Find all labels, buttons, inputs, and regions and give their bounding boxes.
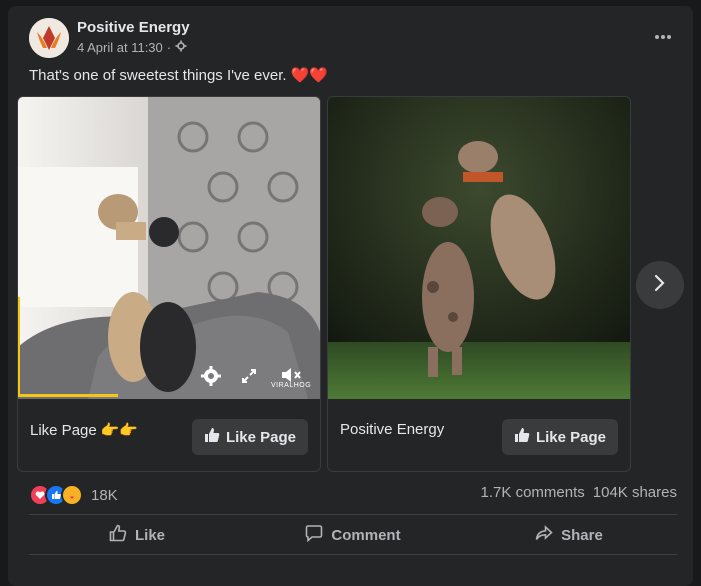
- tile-title: Positive Energy: [340, 421, 444, 438]
- carousel-item-image[interactable]: Positive Energy Like Page: [327, 96, 631, 472]
- video-thumbnail[interactable]: [18, 97, 320, 399]
- post-timestamp[interactable]: 4 April at 11:30: [77, 40, 163, 55]
- dogs-photo[interactable]: [328, 97, 630, 399]
- like-label: Like: [134, 526, 165, 544]
- more-options-button[interactable]: [651, 24, 675, 48]
- divider-top: [29, 514, 677, 515]
- engagement-stats: 18K 1.7K comments 104K shares: [29, 484, 677, 506]
- share-button[interactable]: Share: [461, 516, 677, 554]
- more-icon: [654, 27, 672, 45]
- chevron-right-icon: [653, 273, 667, 298]
- page-name[interactable]: Positive Energy: [77, 19, 190, 36]
- tile-title: Like Page 👉👉: [30, 421, 139, 440]
- fullscreen-icon[interactable]: [240, 367, 258, 390]
- divider-bottom: [29, 554, 677, 555]
- stats-right: 1.7K comments 104K shares: [481, 484, 677, 501]
- share-icon: [535, 524, 553, 546]
- globe-settings-icon: [175, 40, 187, 55]
- like-button[interactable]: Like: [29, 516, 245, 554]
- post-actions: Like Comment Share: [29, 516, 677, 554]
- reactions-summary[interactable]: 18K: [29, 484, 118, 506]
- like-page-button[interactable]: Like Page: [191, 419, 308, 455]
- tile-title-text: Like Page: [30, 421, 97, 439]
- post-card: Positive Energy 4 April at 11:30 · That'…: [8, 6, 693, 586]
- thumbs-up-icon: [204, 427, 220, 447]
- caption-emoji: ❤️❤️: [290, 67, 328, 84]
- tile-title-emoji: 👉👉: [100, 422, 139, 439]
- like-page-label: Like Page: [225, 428, 296, 446]
- care-reaction-icon: [61, 484, 83, 506]
- caption-text: That's one of sweetest things I've ever.: [29, 66, 287, 84]
- comment-label: Comment: [331, 526, 401, 544]
- tile-title-text: Positive Energy: [340, 421, 445, 438]
- thumbs-up-icon: [514, 427, 530, 447]
- carousel-item-video[interactable]: VIRALHOG Like Page 👉👉 Like Page: [17, 96, 321, 472]
- post-caption: That's one of sweetest things I've ever.…: [29, 66, 328, 85]
- carousel-next-button[interactable]: [636, 261, 684, 309]
- settings-icon[interactable]: [200, 365, 222, 392]
- shares-count[interactable]: 104K shares: [593, 484, 677, 501]
- like-page-label: Like Page: [535, 428, 606, 446]
- like-page-button[interactable]: Like Page: [501, 419, 618, 455]
- post-meta: 4 April at 11:30 ·: [77, 40, 187, 55]
- reactions-count: 18K: [91, 486, 118, 504]
- page-avatar[interactable]: [29, 18, 69, 58]
- comments-count[interactable]: 1.7K comments: [481, 484, 585, 501]
- comment-button[interactable]: Comment: [245, 516, 461, 554]
- like-icon: [109, 524, 127, 546]
- share-label: Share: [561, 526, 603, 544]
- video-watermark: VIRALHOG: [271, 382, 312, 389]
- comment-icon: [305, 524, 323, 546]
- meta-separator: ·: [166, 40, 172, 55]
- page-logo: [29, 18, 69, 58]
